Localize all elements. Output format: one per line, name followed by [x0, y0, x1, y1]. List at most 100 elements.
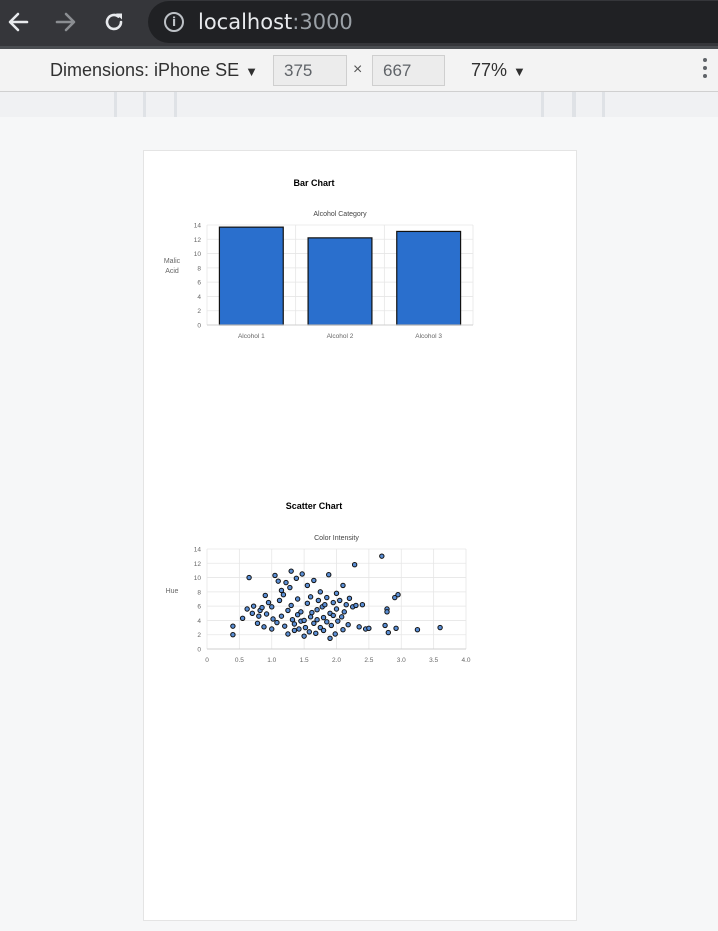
- scatter-point: [306, 629, 313, 635]
- media-query-segment[interactable]: [0, 92, 114, 117]
- scatter-point: [265, 599, 272, 606]
- scatter-point: [288, 602, 294, 609]
- scatter-point: [335, 618, 341, 624]
- scatter-chart-title: Color Intensity: [314, 535, 359, 542]
- scatter-point: [283, 579, 289, 586]
- bar-1: [218, 226, 284, 326]
- more-options-icon[interactable]: [700, 58, 710, 84]
- scatter-y-tick-label: 2: [197, 632, 201, 639]
- bar-x-tick-label: Alcohol 1: [238, 333, 265, 340]
- scatter-chart: Color Intensity Hue 0 2 4 6 8 10 12 14 0 0.5 1.0 1.5 2…: [166, 535, 471, 664]
- back-button[interactable]: [2, 6, 34, 38]
- bar-y-tick-label: 14: [194, 223, 202, 230]
- bar-chart-title: Alcohol Category: [313, 211, 367, 218]
- scatter-point: [244, 606, 250, 612]
- scatter-point: [299, 571, 305, 577]
- url-host: localhost: [198, 10, 293, 34]
- forward-button[interactable]: [50, 6, 82, 38]
- bar-3: [396, 230, 462, 326]
- scatter-point: [333, 590, 340, 596]
- scatter-point: [328, 622, 335, 629]
- url-text[interactable]: localhost:3000: [198, 10, 353, 34]
- bar-y-tick-label: 0: [197, 323, 201, 330]
- bar-chart-ylabel: Malic: [164, 258, 181, 265]
- bar-x-tick-label: Alcohol 2: [327, 333, 354, 340]
- bar-y-tick-label: 4: [197, 294, 201, 301]
- scatter-point: [304, 600, 311, 606]
- media-query-bar: [0, 92, 718, 117]
- site-info-icon[interactable]: i: [164, 12, 184, 32]
- scatter-point: [353, 602, 359, 609]
- scatter-point: [270, 616, 276, 622]
- reload-icon: [105, 13, 123, 31]
- scatter-point: [269, 604, 275, 610]
- scatter-point: [289, 617, 296, 623]
- media-query-segment[interactable]: [576, 92, 602, 117]
- scatter-point: [285, 607, 291, 614]
- scatter-x-tick-label: 4.0: [461, 657, 470, 664]
- scatter-point: [382, 622, 388, 629]
- address-bar[interactable]: i localhost:3000: [148, 1, 718, 43]
- scatter-point: [269, 626, 275, 632]
- reload-button[interactable]: [98, 6, 130, 38]
- bar-chart: Alcohol Category Malic Acid 0 2 4 6 8 10 12 14 Alco…: [164, 211, 474, 340]
- scatter-x-tick-label: 2.5: [364, 657, 373, 664]
- scatter-point: [333, 606, 340, 612]
- scatter-y-tick-label: 12: [194, 561, 202, 568]
- bar-2: [307, 237, 373, 326]
- media-query-segment[interactable]: [544, 92, 572, 117]
- scatter-point: [322, 602, 328, 608]
- scatter-x-tick-label: 0: [205, 657, 209, 664]
- scatter-x-tick-label: 1.0: [267, 657, 276, 664]
- scatter-point: [254, 620, 261, 626]
- scatter-point: [230, 623, 236, 629]
- scatter-x-tick-label: 0.5: [235, 657, 244, 664]
- bar-x-tick-label: Alcohol 3: [415, 333, 442, 340]
- caret-down-icon: ▼: [513, 64, 526, 79]
- scatter-point: [314, 617, 320, 623]
- browser-toolbar: i localhost:3000: [0, 0, 718, 46]
- scatter-point: [384, 609, 390, 615]
- width-input[interactable]: 375: [273, 55, 347, 86]
- scatter-point: [385, 629, 392, 636]
- scatter-point: [298, 609, 304, 615]
- scatter-x-tick-label: 3.0: [397, 657, 406, 664]
- media-query-segment[interactable]: [117, 92, 143, 117]
- scatter-point: [262, 592, 268, 599]
- bar-chart-ylabel: Acid: [165, 268, 179, 275]
- scatter-point: [414, 627, 421, 633]
- caret-down-icon: ▼: [245, 64, 258, 79]
- scatter-point: [314, 607, 320, 613]
- scatter-point: [272, 572, 278, 579]
- scatter-point: [301, 633, 307, 639]
- media-query-segment[interactable]: [146, 92, 174, 117]
- device-select[interactable]: Dimensions: iPhone SE ▼: [50, 60, 258, 81]
- zoom-select[interactable]: 77% ▼: [471, 60, 526, 81]
- scatter-point: [311, 577, 317, 584]
- height-input[interactable]: 667: [372, 55, 445, 86]
- media-query-segment[interactable]: [177, 92, 541, 117]
- scatter-point: [320, 614, 327, 621]
- scatter-point: [294, 596, 301, 602]
- scatter-point: [291, 621, 298, 627]
- scatter-point: [246, 574, 252, 581]
- scatter-point: [315, 597, 322, 604]
- scatter-point: [327, 635, 333, 641]
- scatter-point: [351, 562, 358, 568]
- media-query-segment[interactable]: [605, 92, 718, 117]
- scatter-point: [317, 589, 324, 595]
- scatter-point: [437, 624, 443, 631]
- scatter-y-tick-label: 14: [194, 547, 202, 554]
- scatter-point: [340, 582, 346, 589]
- scatter-point: [332, 631, 338, 637]
- scatter-point: [307, 594, 314, 600]
- scatter-point: [330, 599, 336, 606]
- scatter-point: [230, 632, 236, 638]
- scatter-x-tick-label: 3.5: [429, 657, 438, 664]
- scatter-point: [356, 624, 362, 630]
- times-sign: ×: [353, 61, 363, 78]
- device-label: Dimensions: iPhone SE: [50, 60, 240, 80]
- scatter-y-tick-label: 0: [197, 647, 201, 654]
- scatter-y-tick-label: 8: [197, 589, 201, 596]
- scatter-point: [239, 615, 246, 621]
